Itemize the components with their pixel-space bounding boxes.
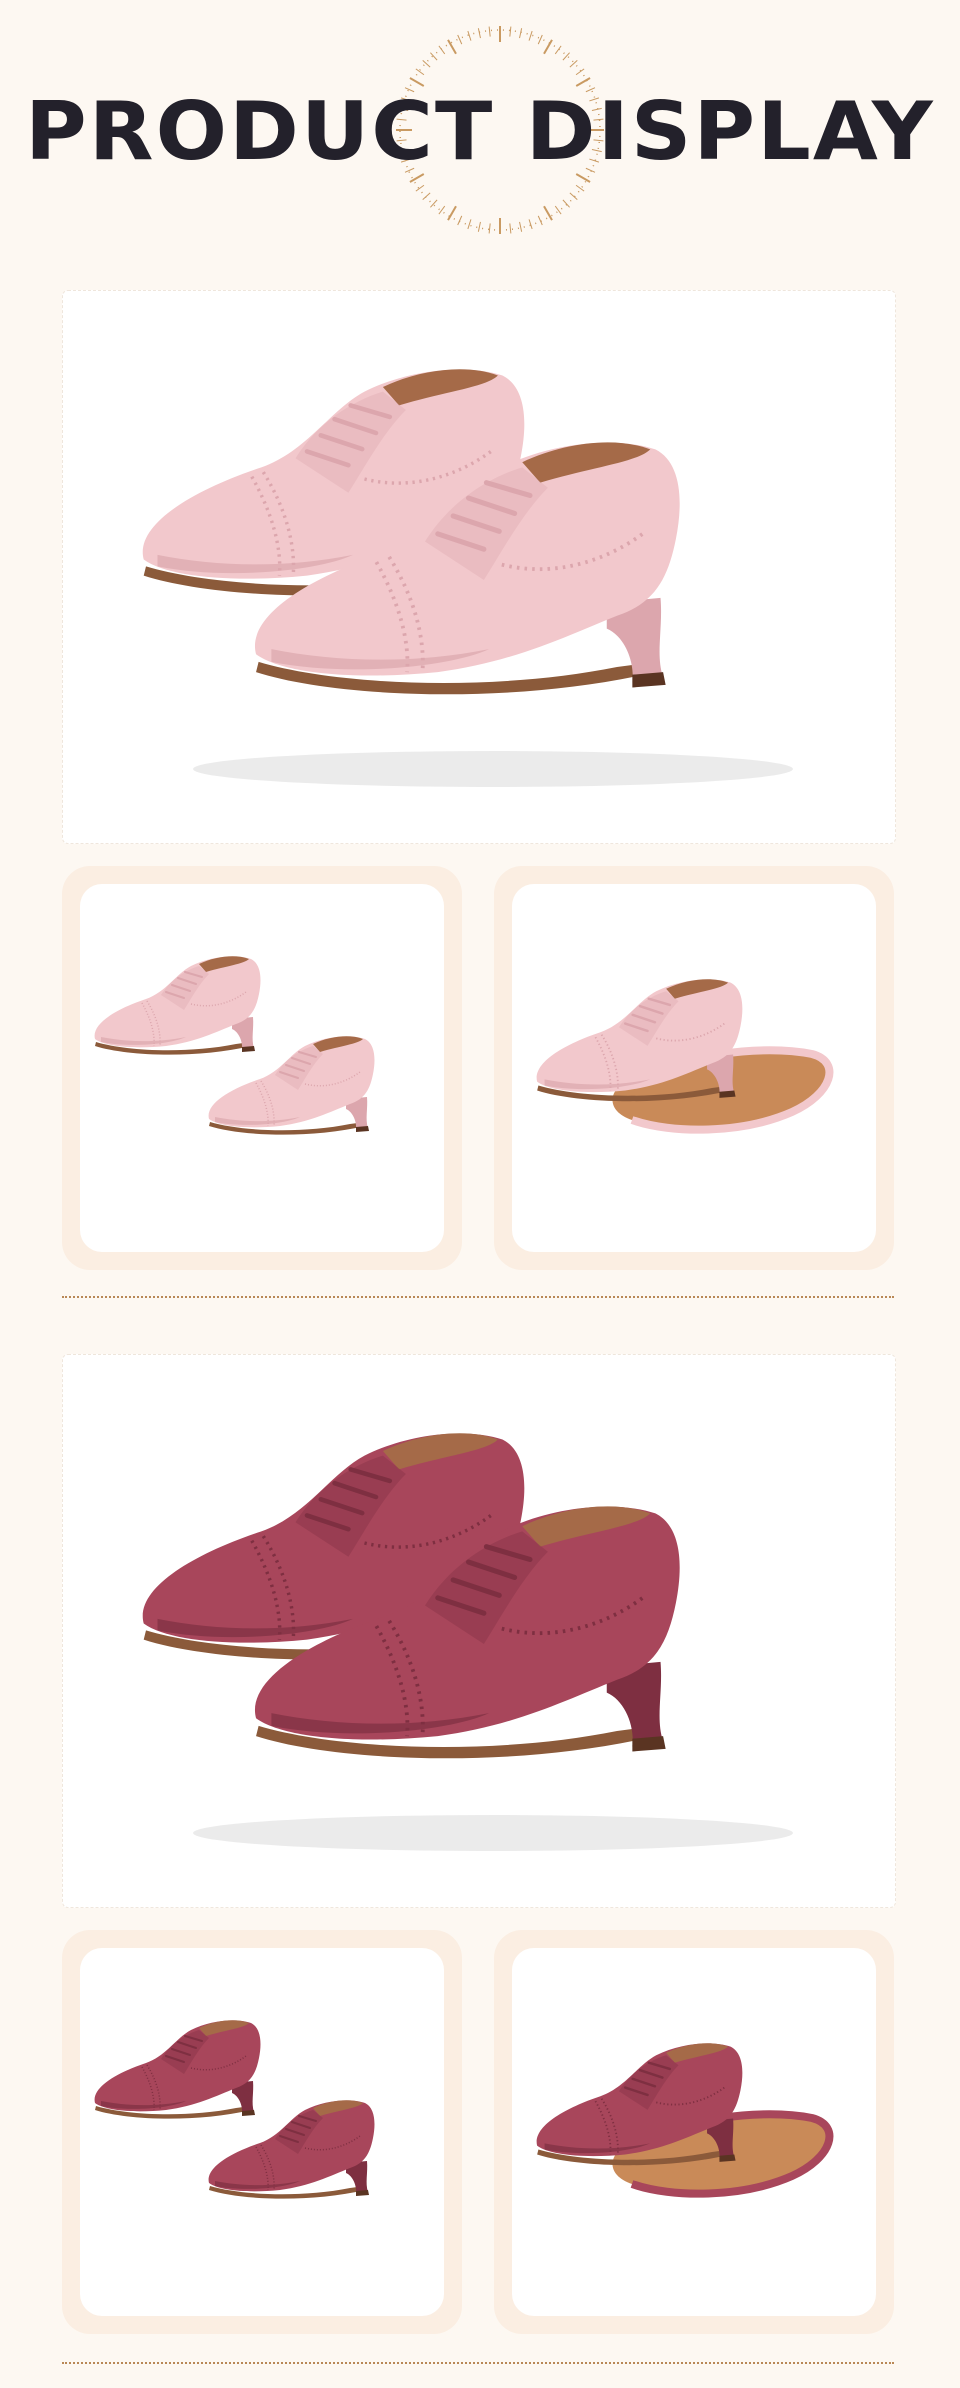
page-title: PRODUCT DISPLAY [25,85,935,178]
thumbnail-frame-pink-sole[interactable] [494,866,894,1270]
thumbnail-mauve-pair-side[interactable] [80,1948,444,2316]
thumbnail-mauve-sole-view[interactable] [512,1948,876,2316]
thumbnail-frame-mauve-sole[interactable] [494,1930,894,2334]
page-header: PRODUCT DISPLAY [0,0,960,260]
pink-shoe-pair-image [63,291,895,843]
mauve-shoe-pair-image [63,1355,895,1907]
thumbnail-pink-pair-side[interactable] [80,884,444,1252]
thumbnail-frame-mauve-pair[interactable] [62,1930,462,2334]
thumbnail-pink-sole-view[interactable] [512,884,876,1252]
pink-shoe-sole-image [512,884,876,1252]
shoe-pair-graphic [143,369,793,787]
main-product-image-mauve[interactable] [62,1354,896,1908]
section-divider [62,1296,894,1298]
section-divider [62,2362,894,2364]
mauve-shoe-side-image [80,1948,444,2316]
pink-shoe-side-image [80,884,444,1252]
main-product-image-pink[interactable] [62,290,896,844]
mauve-shoe-sole-image [512,1948,876,2316]
thumbnail-frame-pink-pair[interactable] [62,866,462,1270]
